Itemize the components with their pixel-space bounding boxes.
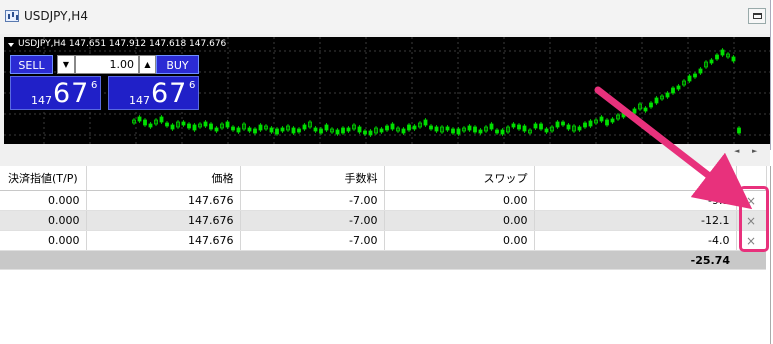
buy-price-big: 67 [151, 78, 188, 109]
cell-price: 147.676 [86, 230, 241, 251]
lot-size-input[interactable]: 1.00 [75, 55, 139, 74]
buy-price-small: 147 [129, 94, 150, 107]
restore-window-icon[interactable] [748, 8, 766, 24]
cell-tp: 0.000 [0, 230, 87, 251]
highlight-close-buttons [739, 186, 769, 252]
chart-info-triangle-icon [8, 43, 14, 47]
scroll-left-icon[interactable]: ◄ [734, 147, 739, 155]
table-header-row: 決済指値(T/P) 価格 手数料 スワップ 損益 [0, 166, 767, 191]
cell-swap: 0.00 [384, 210, 535, 231]
sell-button[interactable]: SELL [10, 55, 53, 74]
trade-table: 決済指値(T/P) 価格 手数料 スワップ 損益 0.000 147.676 -… [0, 166, 767, 270]
cell-commission: -7.00 [240, 210, 385, 231]
sell-price-big: 67 [53, 78, 90, 109]
cell-tp: 0.000 [0, 190, 87, 211]
cell-tp: 0.000 [0, 210, 87, 231]
one-click-trading-panel: SELL ▼ 1.00 ▲ BUY 147 67 6 147 67 6 [10, 52, 199, 110]
column-header-commission[interactable]: 手数料 [240, 166, 385, 191]
column-header-swap[interactable]: スワップ [384, 166, 535, 191]
sell-price-sup: 6 [91, 80, 98, 91]
buy-price-sup: 6 [189, 80, 196, 91]
buy-button[interactable]: BUY [156, 55, 199, 74]
total-spacer [0, 250, 534, 270]
cell-price: 147.676 [86, 190, 241, 211]
chart-info-line: USDJPY,H4 147.651 147.912 147.618 147.67… [18, 39, 227, 49]
chart-window-title: USDJPY,H4 [24, 9, 88, 23]
table-row[interactable]: 0.000 147.676 -7.00 0.00 -12.1 × [0, 210, 767, 231]
cell-commission: -7.00 [240, 230, 385, 251]
cell-price: 147.676 [86, 210, 241, 231]
chart-window: USDJPY,H4 USDJPY,H4 147.651 147.912 147.… [0, 0, 771, 150]
column-header-profit[interactable]: 損益 [534, 166, 737, 191]
lot-increase-button[interactable]: ▲ [139, 55, 156, 74]
sell-price-button[interactable]: 147 67 6 [10, 76, 101, 110]
cell-swap: 0.00 [384, 190, 535, 211]
buy-price-button[interactable]: 147 67 6 [108, 76, 199, 110]
cell-swap: 0.00 [384, 230, 535, 251]
scroll-right-icon[interactable]: ► [752, 147, 757, 155]
cell-profit: -12.1 [534, 210, 737, 231]
cell-commission: -7.00 [240, 190, 385, 211]
column-header-price[interactable]: 価格 [86, 166, 241, 191]
total-row: -25.74 [0, 250, 766, 270]
cell-profit: -9.5 [534, 190, 737, 211]
total-profit: -25.74 [534, 250, 736, 270]
column-header-tp[interactable]: 決済指値(T/P) [0, 166, 87, 191]
table-row[interactable]: 0.000 147.676 -7.00 0.00 -9.5 × [0, 190, 767, 211]
panel-border [770, 166, 771, 344]
sell-price-small: 147 [31, 94, 52, 107]
chart-title-bar[interactable]: USDJPY,H4 [0, 0, 770, 34]
chart-window-icon [5, 10, 19, 22]
total-close-spacer [736, 250, 766, 270]
lot-decrease-button[interactable]: ▼ [57, 55, 75, 74]
chart-horizontal-scrollbar[interactable]: ◄ ► [0, 144, 770, 166]
table-row[interactable]: 0.000 147.676 -7.00 0.00 -4.0 × [0, 230, 767, 251]
price-chart[interactable]: USDJPY,H4 147.651 147.912 147.618 147.67… [4, 37, 770, 144]
cell-profit: -4.0 [534, 230, 737, 251]
